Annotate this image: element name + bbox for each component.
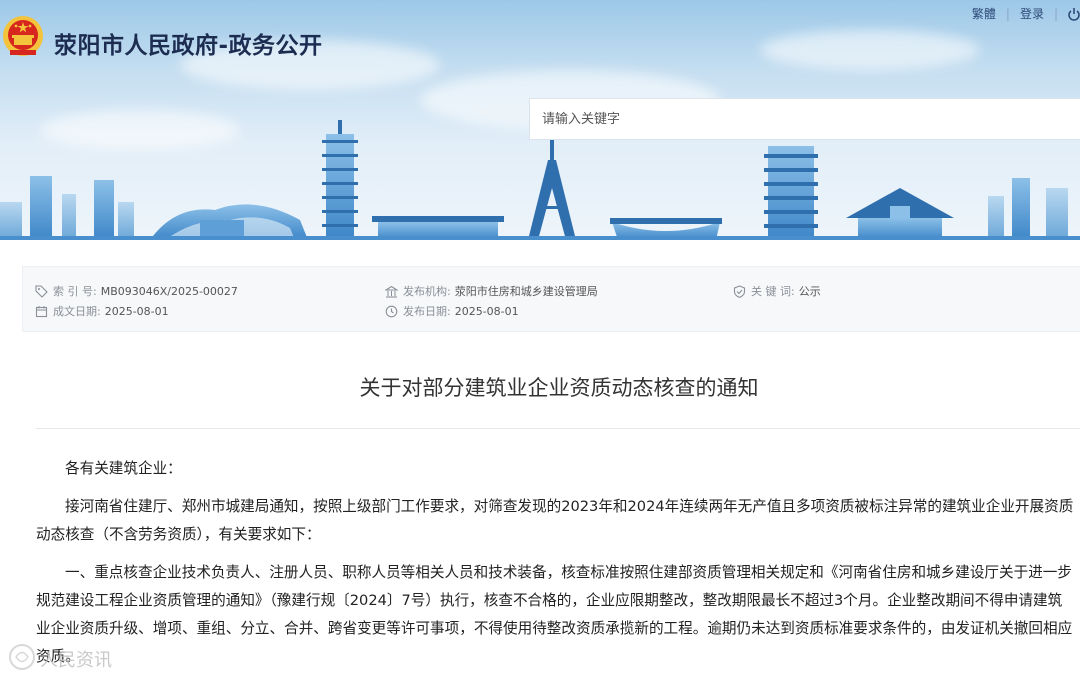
login-link[interactable]: 登录 — [1020, 7, 1044, 21]
document-meta-box: 索 引 号: MB093046X/2025-00027 发布机构: 荥阳市住房和… — [22, 266, 1080, 332]
meta-label: 发布机构: — [403, 285, 451, 298]
meta-keywords: 关 键 词: 公示 — [733, 283, 821, 299]
meta-value: MB093046X/2025-00027 — [100, 284, 238, 298]
article-paragraph: 各有关建筑企业： — [65, 460, 182, 477]
cloud — [760, 30, 980, 70]
meta-value: 公示 — [798, 285, 821, 298]
meta-publisher: 发布机构: 荥阳市住房和城乡建设管理局 — [385, 283, 598, 299]
national-emblem-icon — [3, 16, 43, 56]
article-paragraph: 一、重点核查企业技术负责人、注册人员、职称人员等相关人员和技术装备，核查标准按照… — [36, 564, 1073, 665]
meta-value: 2025-08-01 — [454, 304, 519, 318]
search-input[interactable] — [530, 99, 1080, 139]
meta-label: 关 键 词: — [751, 285, 795, 298]
clock-icon — [385, 305, 398, 317]
link-separator: | — [1053, 7, 1058, 21]
meta-value: 荥阳市住房和城乡建设管理局 — [454, 285, 598, 298]
link-separator: | — [1005, 7, 1010, 21]
meta-label: 成文日期: — [53, 305, 101, 318]
article-paragraph: 接河南省住建厅、郑州市城建局通知，按照上级部门工作要求，对筛查发现的2023年和… — [36, 498, 1074, 543]
meta-label: 索 引 号: — [53, 285, 97, 298]
power-icon[interactable] — [1068, 7, 1080, 24]
traditional-chinese-link[interactable]: 繁體 — [972, 7, 996, 21]
meta-label: 发布日期: — [403, 305, 451, 318]
title-divider — [36, 428, 1080, 429]
article-title: 关于对部分建筑业企业资质动态核查的通知 — [359, 376, 759, 400]
search-box — [529, 98, 1080, 140]
meta-index-number: 索 引 号: MB093046X/2025-00027 — [35, 283, 238, 299]
meta-published-date: 发布日期: 2025-08-01 — [385, 303, 519, 319]
article-body: 各有关建筑企业： 接河南省住建厅、郑州市城建局通知，按照上级部门工作要求，对筛查… — [36, 455, 1076, 681]
header-banner: 荥阳市人民政府-政务公开 繁體 | 登录 | — [0, 0, 1080, 240]
tag-icon — [35, 284, 48, 298]
site-title[interactable]: 荥阳市人民政府-政务公开 — [54, 26, 323, 60]
meta-value: 2025-08-01 — [104, 304, 169, 318]
institution-icon — [385, 285, 398, 298]
top-links: 繁體 | 登录 | — [972, 5, 1080, 24]
meta-created-date: 成文日期: 2025-08-01 — [35, 303, 169, 319]
shield-check-icon — [733, 284, 746, 298]
calendar-icon — [35, 305, 48, 317]
watermark-text: 人民资讯 — [40, 650, 112, 671]
